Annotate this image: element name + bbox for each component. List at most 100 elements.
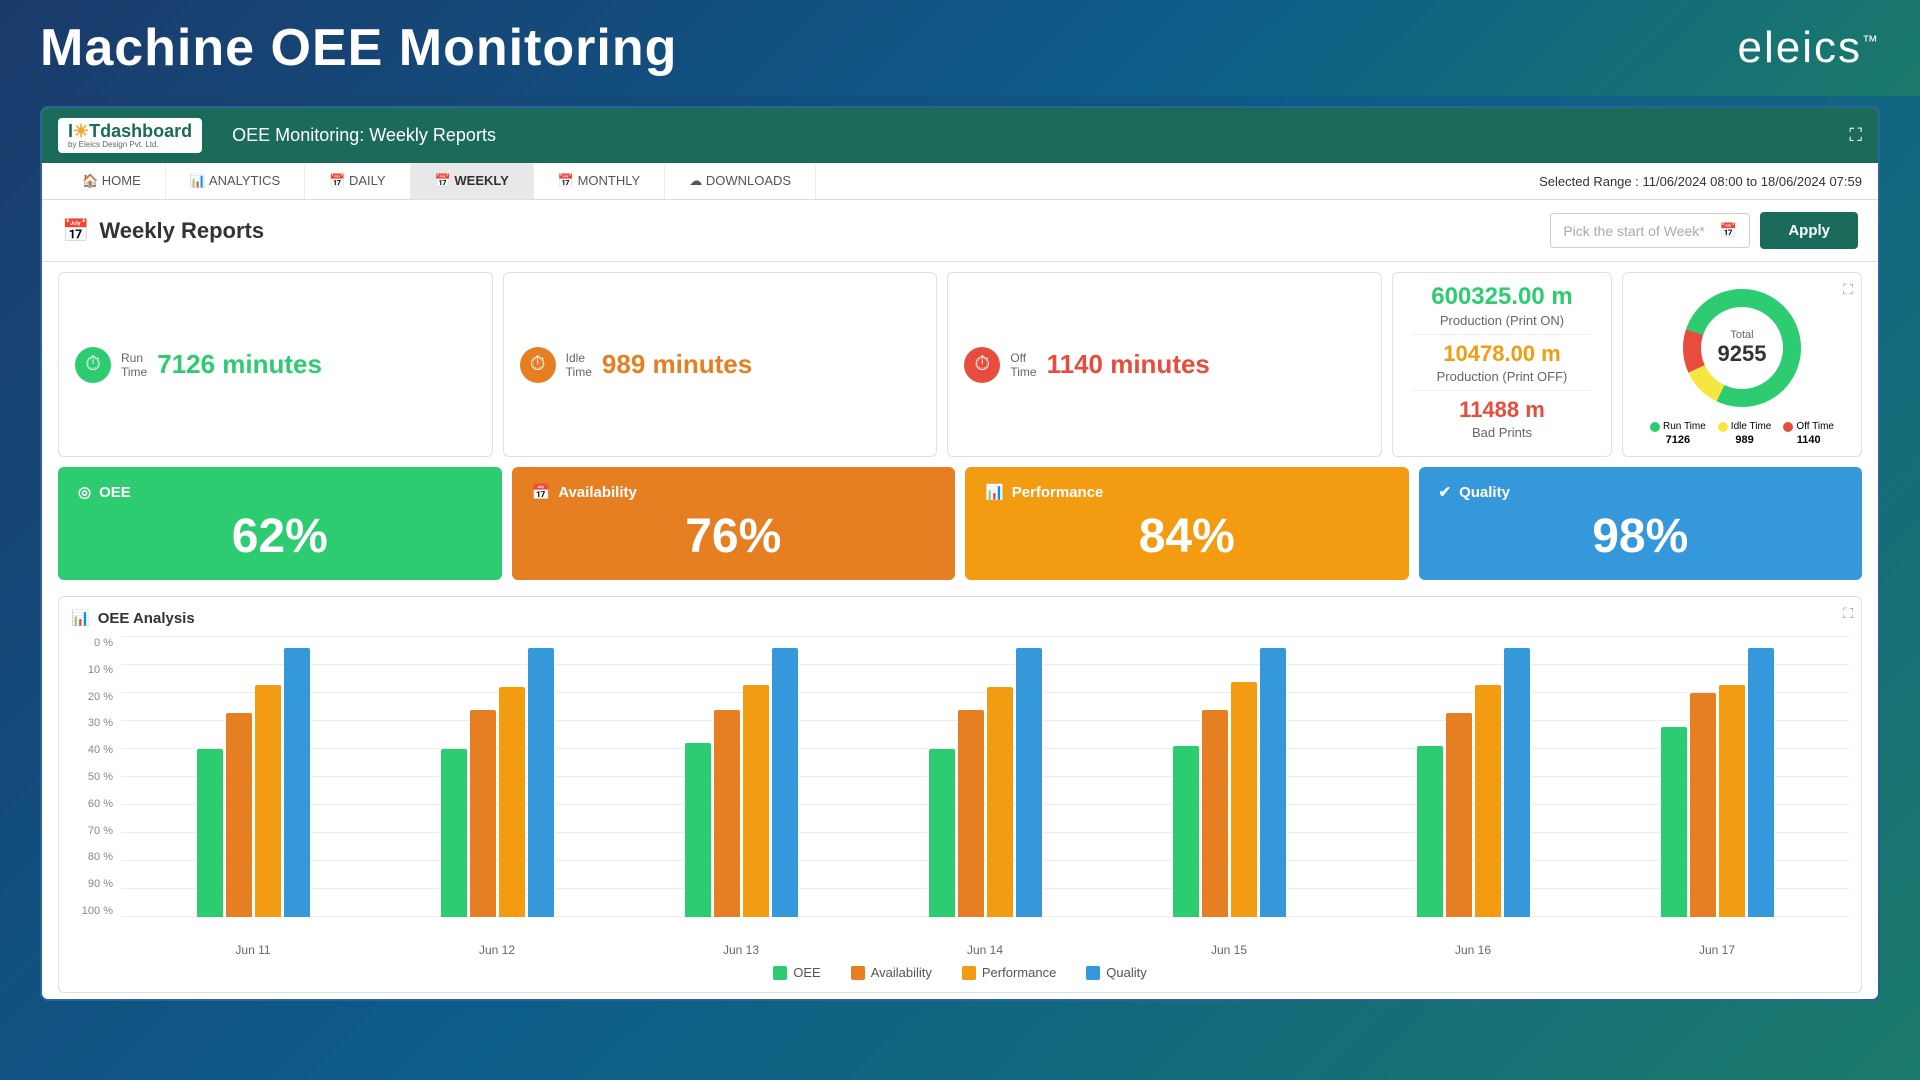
calendar-icon: 📅: [62, 218, 89, 244]
production-panel: 600325.00 m Production (Print ON) 10478.…: [1392, 272, 1612, 457]
chart-bar: [284, 648, 310, 917]
bar-group: [193, 648, 313, 917]
bar-group: [681, 648, 801, 917]
availability-card: 📅 Availability 76%: [512, 467, 956, 580]
availability-label: Availability: [558, 484, 637, 501]
legend-oee-dot: [773, 966, 787, 980]
nav-tab-downloads[interactable]: ☁ DOWNLOADS: [665, 163, 816, 199]
chart-bar: [1231, 682, 1257, 917]
expand-donut-icon[interactable]: ⛶: [1843, 281, 1853, 298]
availability-header: 📅 Availability: [532, 483, 936, 501]
off-time-legend-label: Off Time: [1796, 421, 1834, 432]
performance-value: 84%: [985, 509, 1389, 564]
performance-header: 📊 Performance: [985, 483, 1389, 501]
idle-time-label: IdleTime: [566, 351, 592, 379]
bars-container: [121, 637, 1849, 917]
oee-icon: ◎: [78, 483, 91, 501]
availability-value: 76%: [532, 509, 936, 564]
legend-off-time: Off Time 1140: [1783, 421, 1834, 446]
bar-group: [925, 648, 1045, 917]
chart-bar: [1260, 648, 1286, 917]
legend-performance-dot: [962, 966, 976, 980]
legend-idle-time: Idle Time 989: [1718, 421, 1772, 446]
x-axis-label: Jun 17: [1657, 943, 1777, 957]
chart-bar: [714, 710, 740, 917]
chart-bar: [958, 710, 984, 917]
off-time-icon: ⏱: [964, 347, 1000, 383]
chart-bar: [499, 687, 525, 917]
oee-card: ◎ OEE 62%: [58, 467, 502, 580]
x-axis-label: Jun 14: [925, 943, 1045, 957]
run-time-dot: [1650, 422, 1660, 432]
bad-prints-value: 11488 m: [1413, 397, 1591, 423]
x-axis-label: Jun 15: [1169, 943, 1289, 957]
legend-availability: Availability: [851, 965, 932, 980]
x-axis-labels: Jun 11Jun 12Jun 13Jun 14Jun 15Jun 16Jun …: [121, 943, 1849, 957]
chart-bar: [685, 743, 711, 917]
chart-bar: [743, 685, 769, 917]
expand-dashboard-icon[interactable]: ⛶: [1849, 125, 1862, 146]
oee-card-header: ◎ OEE: [78, 483, 482, 501]
chart-bar: [987, 687, 1013, 917]
print-off-label: Production (Print OFF): [1413, 369, 1591, 384]
metrics-row: ⏱ RunTime 7126 minutes ⏱ IdleTime 989 mi…: [42, 262, 1878, 467]
page-header: Machine OEE Monitoring eleics™: [0, 0, 1920, 96]
print-off-value: 10478.00 m: [1413, 341, 1591, 367]
week-start-input[interactable]: Pick the start of Week* 📅: [1550, 213, 1750, 248]
run-time-card: ⏱ RunTime 7126 minutes: [58, 272, 493, 457]
run-time-legend-label: Run Time: [1663, 421, 1706, 432]
dashboard-header: I☀Tdashboard by Eleics Design Pvt. Ltd. …: [42, 108, 1878, 163]
quality-header: ✔ Quality: [1439, 483, 1843, 501]
bar-group: [1413, 648, 1533, 917]
analysis-title: 📊 OEE Analysis: [71, 609, 1849, 627]
legend-quality: Quality: [1086, 965, 1146, 980]
dashboard-title: OEE Monitoring: Weekly Reports: [232, 125, 496, 146]
nav-tab-daily[interactable]: 📅 DAILY: [305, 163, 410, 199]
nav-tab-home[interactable]: 🏠 HOME: [58, 163, 166, 199]
legend-oee: OEE: [773, 965, 820, 980]
weekly-reports-section: 📅 Weekly Reports Pick the start of Week*…: [42, 200, 1878, 262]
logo-sub: by Eleics Design Pvt. Ltd.: [68, 140, 159, 149]
run-time-legend-value: 7126: [1666, 434, 1690, 446]
donut-center: Total 9255: [1718, 329, 1767, 367]
chart-bar: [1016, 648, 1042, 917]
oee-value: 62%: [78, 509, 482, 564]
off-time-dot: [1783, 422, 1793, 432]
legend-availability-dot: [851, 966, 865, 980]
nav-tab-monthly[interactable]: 📅 MONTHLY: [534, 163, 665, 199]
time-metrics: ⏱ RunTime 7126 minutes ⏱ IdleTime 989 mi…: [58, 272, 1382, 457]
expand-chart-icon[interactable]: ⛶: [1843, 605, 1853, 622]
run-time-value: 7126 minutes: [157, 349, 322, 380]
donut-total-label: Total: [1718, 329, 1767, 341]
analysis-icon: 📊: [71, 609, 90, 627]
x-axis-label: Jun 11: [193, 943, 313, 957]
performance-label: Performance: [1012, 484, 1104, 501]
legend-oee-label: OEE: [793, 965, 820, 980]
chart-bar: [1446, 713, 1472, 917]
calendar-input-icon[interactable]: 📅: [1720, 222, 1737, 239]
chart-bar: [929, 749, 955, 917]
chart-bar: [226, 713, 252, 917]
chart-bar: [1690, 693, 1716, 917]
logo-text: I☀Tdashboard: [68, 122, 192, 140]
nav-tab-weekly[interactable]: 📅 WEEKLY: [411, 163, 534, 199]
idle-time-dot: [1718, 422, 1728, 432]
chart-bar: [772, 648, 798, 917]
legend-quality-dot: [1086, 966, 1100, 980]
dashboard-container: I☀Tdashboard by Eleics Design Pvt. Ltd. …: [40, 106, 1880, 1001]
chart-bar: [1661, 727, 1687, 917]
performance-icon: 📊: [985, 483, 1004, 501]
legend-performance-label: Performance: [982, 965, 1056, 980]
x-axis-label: Jun 13: [681, 943, 801, 957]
availability-icon: 📅: [532, 483, 551, 501]
run-time-label: RunTime: [121, 351, 147, 379]
nav-tab-analytics[interactable]: 📊 ANALYTICS: [166, 163, 305, 199]
quality-card: ✔ Quality 98%: [1419, 467, 1863, 580]
week-picker-area: Pick the start of Week* 📅 Apply: [1550, 212, 1858, 249]
x-axis-label: Jun 16: [1413, 943, 1533, 957]
off-time-card: ⏱ OffTime 1140 minutes: [947, 272, 1382, 457]
oee-label: OEE: [99, 484, 131, 501]
apply-button[interactable]: Apply: [1760, 212, 1858, 249]
donut-total-value: 9255: [1718, 341, 1767, 367]
chart-bar: [1202, 710, 1228, 917]
